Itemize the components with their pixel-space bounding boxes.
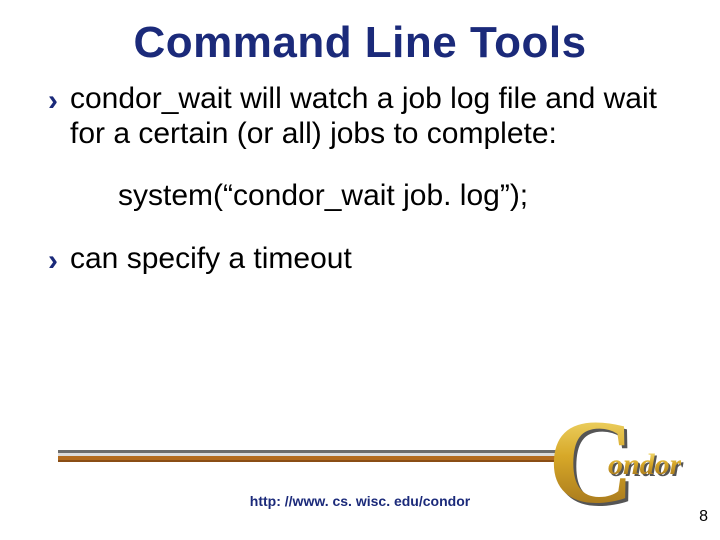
condor-logo: C C ondor ondor: [548, 402, 698, 512]
logo-rest: ondor: [608, 450, 681, 480]
slide-title: Command Line Tools: [0, 0, 720, 68]
bullet-arrow-icon: ›: [48, 244, 58, 279]
bullet-text: can specify a timeout: [70, 242, 672, 277]
bullet-text: condor_wait will watch a job log file an…: [70, 82, 672, 151]
bullet-item: › condor_wait will watch a job log file …: [48, 82, 672, 151]
code-line: system(“condor_wait job. log”);: [118, 179, 672, 214]
bullet-item: › can specify a timeout: [48, 242, 672, 277]
slide: Command Line Tools › condor_wait will wa…: [0, 0, 720, 540]
slide-body: › condor_wait will watch a job log file …: [0, 68, 720, 276]
page-number: 8: [699, 508, 708, 526]
bullet-arrow-icon: ›: [48, 84, 58, 119]
separator-line: [58, 450, 558, 462]
